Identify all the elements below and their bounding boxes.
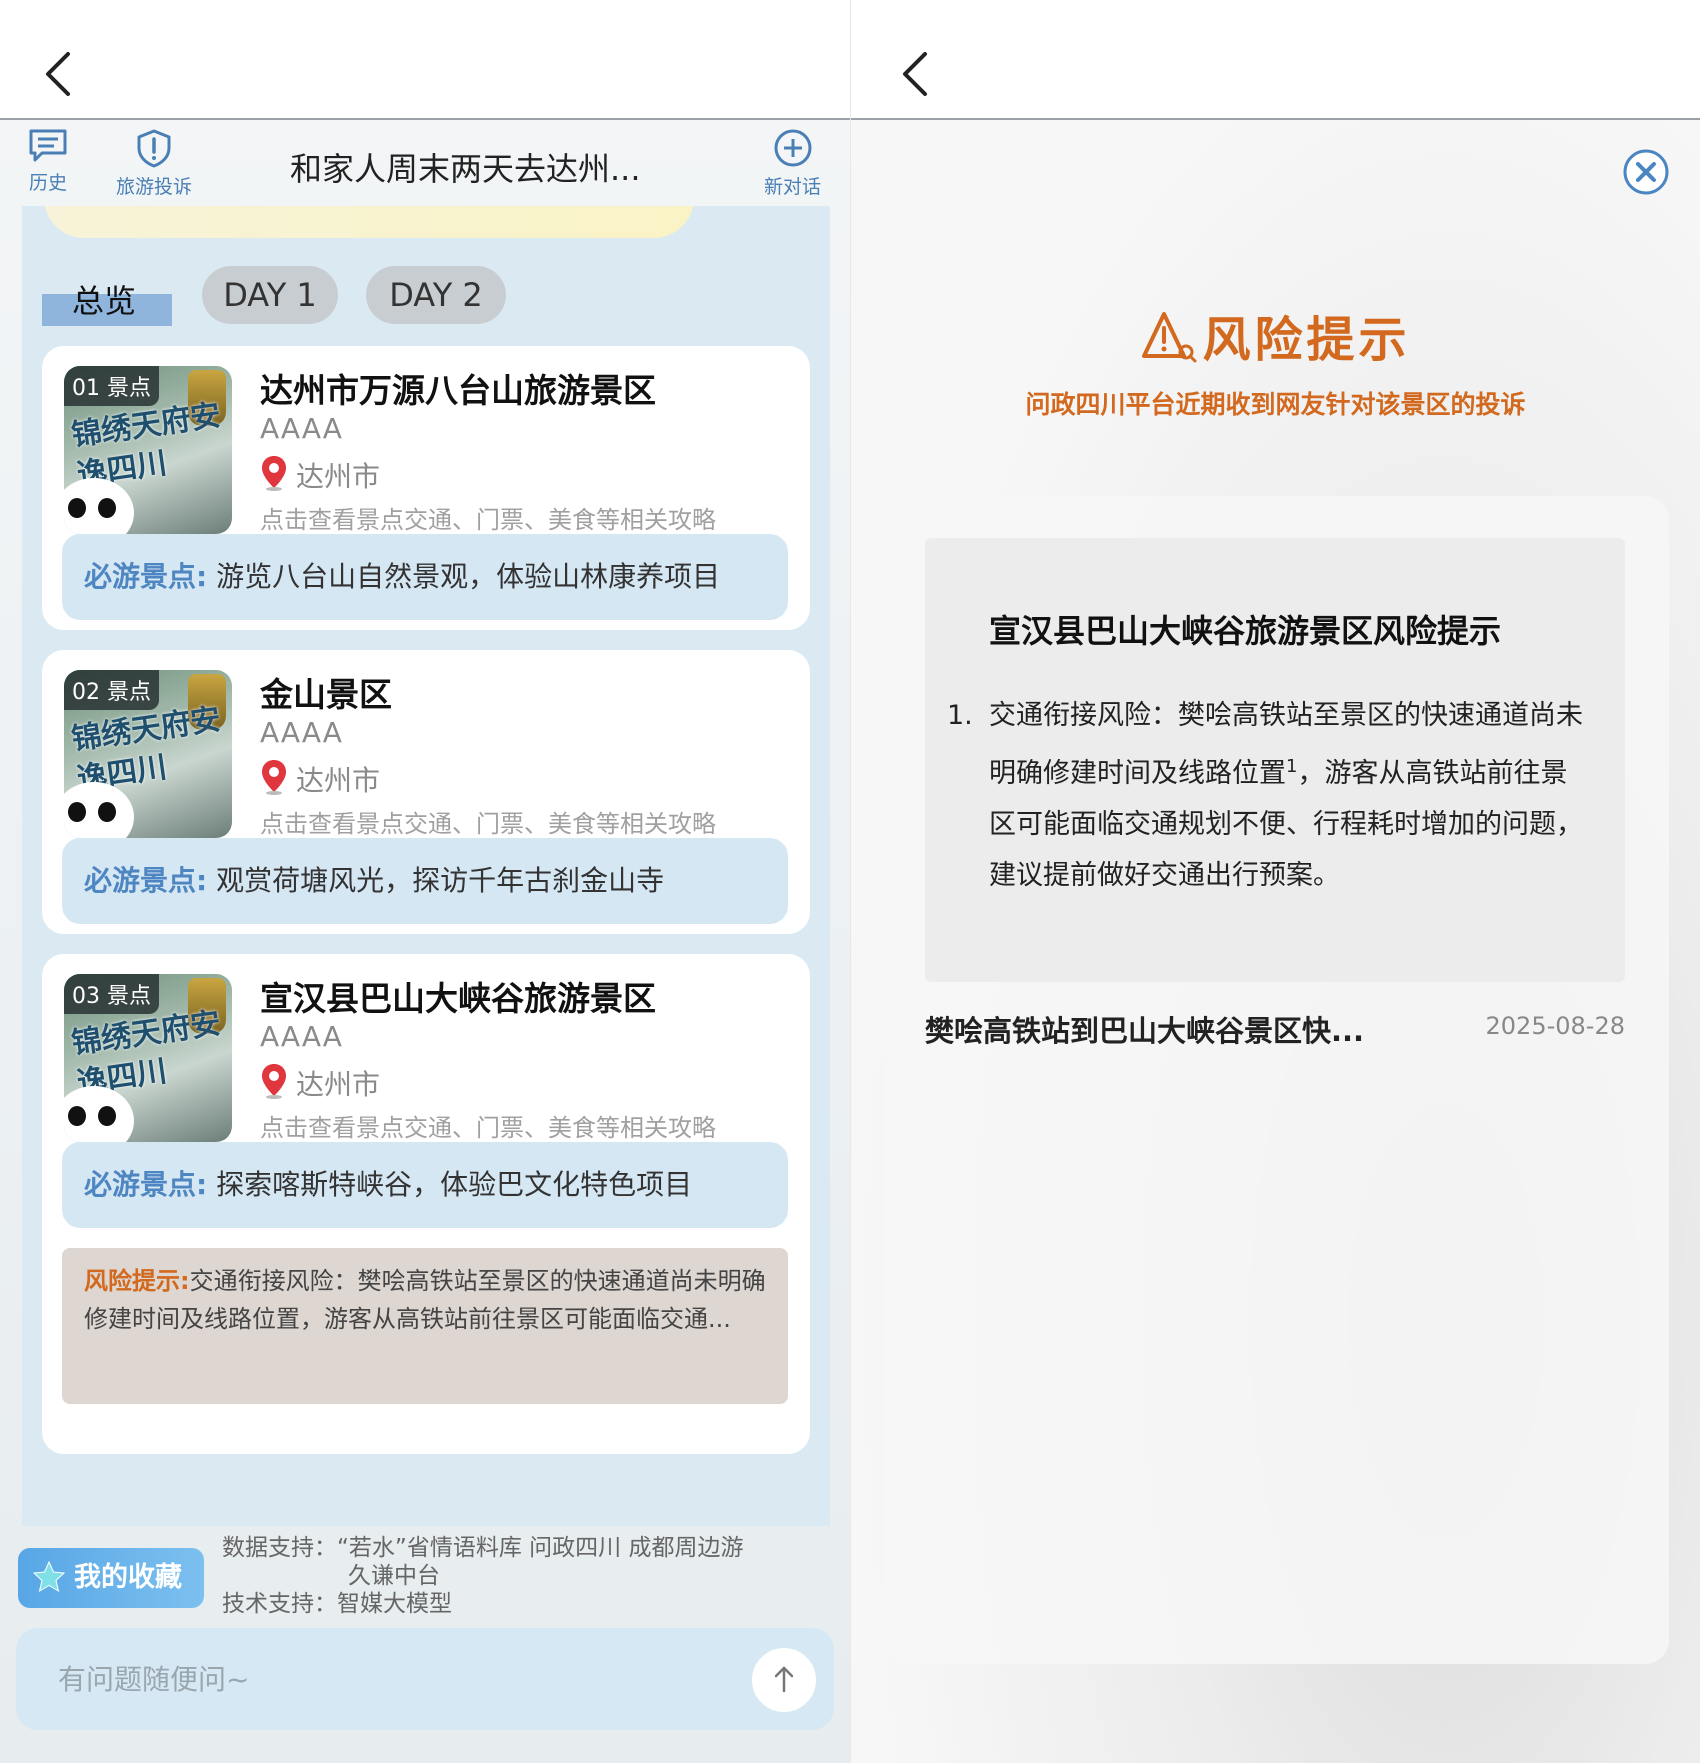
arrow-up-icon — [774, 1666, 794, 1693]
tab-overview[interactable]: 总览 — [42, 266, 172, 326]
tab-overview-label: 总览 — [72, 282, 137, 320]
must-visit-box: 必游景点: 游览八台山自然景观，体验山林康养项目 — [62, 534, 788, 620]
must-visit-text: 探索喀斯特峡谷，体验巴文化特色项目 — [216, 1168, 693, 1201]
shield-alert-icon — [137, 129, 171, 168]
risk-title-text: 风险提示 — [1202, 312, 1411, 368]
top-nav-bar — [851, 0, 1700, 120]
must-visit-text: 观赏荷塘风光，探访千年古刹金山寺 — [216, 864, 665, 897]
attraction-location: 达州市 — [260, 454, 380, 495]
favorites-button[interactable]: 我的收藏 — [18, 1548, 204, 1608]
source-link-row[interactable]: 樊哙高铁站到巴山大峡谷景区快... 2025-08-28 — [925, 1008, 1625, 1048]
attraction-card[interactable]: 锦绣天府安逸四川 03 景点 宣汉县巴山大峡谷旅游景区 AAAA 达州市 点击查… — [42, 954, 810, 1454]
attraction-location: 达州市 — [260, 758, 380, 799]
new-chat-label: 新对话 — [764, 176, 822, 198]
support-info: 数据支持：“若水”省情语料库 问政四川 成都周边游 久谦中台 技术支持：智媒大模… — [222, 1534, 743, 1618]
risk-detail-screen: 风险提示 问政四川平台近期收到网友针对该景区的投诉 宣汉县巴山大峡谷旅游景区风险… — [851, 0, 1700, 1763]
attraction-name[interactable]: 宣汉县巴山大峡谷旅游景区 — [260, 972, 656, 1020]
back-button[interactable] — [895, 48, 935, 100]
attraction-level: AAAA — [260, 716, 343, 749]
location-text: 达州市 — [296, 460, 381, 493]
must-visit-label: 必游景点: — [84, 1168, 208, 1201]
risk-detail-card: 宣汉县巴山大峡谷旅游景区风险提示 1. 交通衔接风险：樊哙高铁站至景区的快速通道… — [883, 496, 1669, 1664]
must-visit-box: 必游景点: 观赏荷塘风光，探访千年古刹金山寺 — [62, 838, 788, 924]
star-icon — [32, 1560, 66, 1593]
attraction-guide-link[interactable]: 点击查看景点交通、门票、美食等相关攻略 — [260, 804, 716, 839]
tab-day-2[interactable]: DAY 2 — [366, 266, 506, 324]
must-visit-box: 必游景点: 探索喀斯特峡谷，体验巴文化特色项目 — [62, 1142, 788, 1228]
location-text: 达州市 — [296, 764, 381, 797]
close-circle-icon — [1623, 149, 1669, 195]
location-text: 达州市 — [296, 1068, 381, 1101]
favorites-label: 我的收藏 — [74, 1562, 182, 1593]
tab-day-1[interactable]: DAY 1 — [202, 266, 338, 324]
chevron-left-icon — [903, 52, 927, 96]
risk-title: 风险提示 — [851, 300, 1700, 370]
risk-warning-box[interactable]: 风险提示:交通衔接风险：樊哙高铁站至景区的快速通道尚未明确修建时间及线路位置，游… — [62, 1248, 788, 1404]
chat-input-bar[interactable]: 有问题随便问~ — [16, 1628, 834, 1730]
close-button[interactable] — [1622, 148, 1670, 196]
attraction-card[interactable]: 锦绣天府安逸四川 02 景点 金山景区 AAAA 达州市 点击查看景点交通、门票… — [42, 650, 810, 934]
complaint-button[interactable]: 旅游投诉 — [116, 128, 192, 199]
complaint-label: 旅游投诉 — [116, 176, 193, 198]
attraction-thumbnail: 锦绣天府安逸四川 02 景点 — [64, 670, 232, 838]
attraction-card[interactable]: 锦绣天府安逸四川 01 景点 达州市万源八台山旅游景区 AAAA 达州市 点击查… — [42, 346, 810, 630]
source-date: 2025-08-28 — [1485, 1012, 1625, 1040]
top-nav-bar — [0, 0, 850, 120]
chat-header: 历史 旅游投诉 和家人周末两天去达州... 新对话 — [0, 122, 850, 206]
history-label: 历史 — [28, 172, 67, 194]
attraction-name[interactable]: 达州市万源八台山旅游景区 — [260, 364, 656, 412]
location-pin-icon — [262, 760, 286, 795]
previous-message-bubble — [44, 206, 694, 238]
chat-scroll-area[interactable]: 总览 DAY 1 DAY 2 锦绣天府安逸四川 01 景点 达州市万源八台山旅游… — [22, 206, 830, 1526]
must-visit-label: 必游景点: — [84, 864, 208, 897]
attraction-thumbnail: 锦绣天府安逸四川 03 景点 — [64, 974, 232, 1142]
attraction-badge: 03 景点 — [64, 974, 159, 1014]
itinerary-screen: 历史 旅游投诉 和家人周末两天去达州... 新对话 总览 DAY 1 DAY 2… — [0, 0, 850, 1763]
location-pin-icon — [262, 1064, 286, 1099]
location-pin-icon — [262, 456, 286, 491]
citation-marker[interactable]: 1 — [1286, 756, 1297, 777]
risk-subtitle: 问政四川平台近期收到网友针对该景区的投诉 — [1025, 390, 1526, 419]
must-visit-text: 游览八台山自然景观，体验山林康养项目 — [216, 560, 721, 593]
notice-item-number: 1. — [947, 700, 973, 731]
tech-support-line: 技术支持：智媒大模型 — [222, 1591, 452, 1617]
chat-input-placeholder[interactable]: 有问题随便问~ — [58, 1658, 249, 1698]
send-button[interactable] — [752, 1648, 816, 1712]
attraction-thumbnail: 锦绣天府安逸四川 01 景点 — [64, 366, 232, 534]
data-support-line: 数据支持：“若水”省情语料库 问政四川 成都周边游 — [222, 1535, 744, 1561]
data-support-line-2: 久谦中台 — [348, 1563, 440, 1589]
back-button[interactable] — [38, 48, 78, 100]
new-chat-button[interactable]: 新对话 — [764, 128, 821, 199]
attraction-guide-link[interactable]: 点击查看景点交通、门票、美食等相关攻略 — [260, 1108, 716, 1143]
plus-circle-icon — [774, 129, 811, 167]
risk-warning-label: 风险提示: — [84, 1267, 190, 1295]
attraction-location: 达州市 — [260, 1062, 380, 1103]
attraction-level: AAAA — [260, 1020, 343, 1053]
itinerary-tabs: 总览 DAY 1 DAY 2 — [42, 266, 822, 326]
chat-list-icon — [29, 129, 67, 162]
chat-title: 和家人周末两天去达州... — [290, 150, 641, 188]
source-title[interactable]: 樊哙高铁站到巴山大峡谷景区快... — [925, 1008, 1364, 1050]
attraction-level: AAAA — [260, 412, 343, 445]
attraction-guide-link[interactable]: 点击查看景点交通、门票、美食等相关攻略 — [260, 500, 716, 535]
notice-title: 宣汉县巴山大峡谷旅游景区风险提示 — [989, 612, 1502, 650]
chevron-left-icon — [46, 52, 70, 96]
notice-item: 1. 交通衔接风险：樊哙高铁站至景区的快速通道尚未明确修建时间及线路位置1，游客… — [947, 690, 1587, 901]
attraction-name[interactable]: 金山景区 — [260, 668, 392, 716]
must-visit-label: 必游景点: — [84, 560, 208, 593]
history-button[interactable]: 历史 — [28, 128, 68, 195]
attraction-badge: 01 景点 — [64, 366, 159, 406]
attraction-badge: 02 景点 — [64, 670, 159, 710]
risk-notice-box: 宣汉县巴山大峡谷旅游景区风险提示 1. 交通衔接风险：樊哙高铁站至景区的快速通道… — [925, 538, 1625, 982]
warning-triangle-icon — [1142, 312, 1197, 363]
